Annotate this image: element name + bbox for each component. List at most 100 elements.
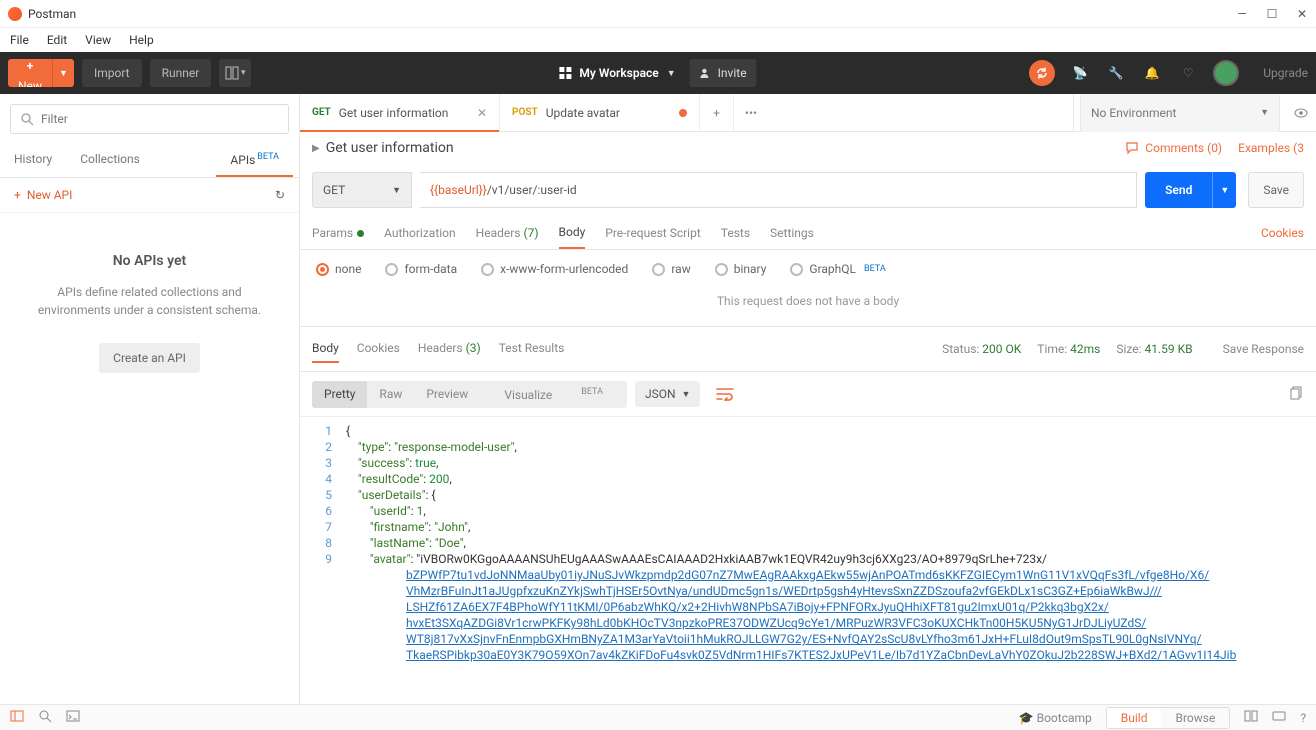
params-indicator-icon (357, 230, 364, 237)
resp-tab-body[interactable]: Body (312, 335, 339, 363)
new-tab-button[interactable]: + (700, 94, 734, 131)
environment-select[interactable]: No Environment ▼ (1080, 94, 1280, 132)
req-tab-body[interactable]: Body (559, 217, 586, 249)
console-icon[interactable] (66, 709, 80, 726)
build-browse-segment: Build Browse (1106, 707, 1231, 729)
req-tab-params[interactable]: Params (312, 218, 364, 248)
req-tab-prereq[interactable]: Pre-request Script (605, 218, 700, 248)
caret-down-icon: ▼ (1260, 107, 1269, 118)
find-icon[interactable] (38, 709, 52, 726)
req-tab-auth[interactable]: Authorization (384, 218, 456, 248)
tab-label: Update avatar (546, 106, 620, 120)
status-label: Status: 200 OK (942, 342, 1021, 356)
resp-tab-cookies[interactable]: Cookies (357, 335, 400, 363)
sync-button[interactable] (1029, 60, 1055, 86)
window-layout-button[interactable]: ▾ (219, 59, 251, 87)
refresh-icon[interactable]: ↻ (275, 188, 285, 202)
body-type-formdata[interactable]: form-data (385, 262, 457, 276)
caret-down-icon: ▼ (682, 389, 691, 400)
copy-response-icon[interactable] (1290, 386, 1304, 403)
upgrade-button[interactable]: Upgrade (1263, 66, 1308, 80)
heart-icon[interactable]: ♡ (1177, 62, 1199, 84)
wrap-lines-button[interactable] (710, 380, 740, 408)
close-icon[interactable]: ✕ (477, 106, 487, 120)
sidebar: History Collections APIsBETA +New API ↻ … (0, 94, 300, 704)
response-body-viewer[interactable]: 1{2 "type": "response-model-user",3 "suc… (300, 417, 1316, 663)
user-avatar[interactable] (1213, 60, 1239, 86)
menubar: File Edit View Help (0, 28, 1316, 52)
req-tab-headers[interactable]: Headers (7) (476, 218, 539, 248)
two-pane-icon[interactable] (1244, 709, 1258, 726)
method-badge: POST (512, 107, 538, 118)
send-dropdown-caret-icon[interactable]: ▼ (1212, 172, 1236, 208)
send-button[interactable]: Send ▼ (1145, 172, 1236, 208)
user-plus-icon (700, 67, 712, 79)
request-tabbar: GET Get user information ✕ POST Update a… (300, 94, 1316, 132)
view-raw[interactable]: Raw (367, 381, 414, 408)
build-button[interactable]: Build (1107, 708, 1162, 728)
empty-desc: APIs define related collections and envi… (24, 283, 275, 319)
keyboard-shortcuts-icon[interactable] (1272, 709, 1286, 726)
examples-button[interactable]: Examples (3 (1238, 141, 1304, 155)
new-dropdown-caret-icon[interactable]: ▼ (52, 59, 74, 87)
view-preview[interactable]: Preview (414, 381, 480, 408)
help-icon[interactable]: ? (1300, 711, 1306, 725)
app-title: Postman (28, 7, 76, 21)
view-mode-segment: Pretty Raw Preview Visualize BETA (312, 381, 627, 408)
search-icon (20, 112, 34, 129)
invite-button[interactable]: Invite (690, 59, 757, 87)
tab-label: Get user information (339, 106, 449, 120)
resp-tab-tests[interactable]: Test Results (499, 335, 565, 363)
save-response-button[interactable]: Save Response (1223, 342, 1304, 356)
environment-quicklook-icon[interactable] (1286, 105, 1316, 121)
plus-icon: + (14, 188, 21, 202)
body-type-none[interactable]: none (316, 262, 361, 276)
request-tab-2[interactable]: POST Update avatar (500, 94, 700, 131)
url-input[interactable]: {{baseUrl}}/v1/user/:user-id (420, 172, 1137, 208)
create-api-button[interactable]: Create an API (99, 343, 200, 373)
window-minimize-icon[interactable]: — (1236, 8, 1248, 20)
titlebar: Postman — ☐ ✕ (0, 0, 1316, 28)
view-visualize[interactable]: Visualize BETA (480, 381, 627, 408)
body-type-graphql[interactable]: GraphQLBETA (790, 262, 885, 276)
format-select[interactable]: JSON▼ (635, 381, 700, 407)
menu-view[interactable]: View (85, 33, 111, 47)
wrench-icon[interactable]: 🔧 (1105, 62, 1127, 84)
menu-file[interactable]: File (10, 33, 29, 47)
window-maximize-icon[interactable]: ☐ (1266, 8, 1278, 20)
collapse-arrow-icon[interactable]: ▶ (312, 143, 320, 154)
no-body-message: This request does not have a body (300, 288, 1316, 327)
bootcamp-button[interactable]: 🎓 Bootcamp (1019, 711, 1092, 725)
comment-icon (1125, 141, 1139, 155)
req-tab-settings[interactable]: Settings (770, 218, 814, 248)
tab-overflow-button[interactable]: ••• (734, 94, 768, 131)
cookies-link[interactable]: Cookies (1261, 226, 1304, 240)
sidebar-toggle-icon[interactable] (10, 709, 24, 726)
sidebar-tab-collections[interactable]: Collections (66, 144, 154, 177)
body-type-raw[interactable]: raw (652, 262, 690, 276)
new-api-button[interactable]: +New API (14, 188, 72, 202)
request-tab-1[interactable]: GET Get user information ✕ (300, 94, 500, 131)
workspace-switcher[interactable]: My Workspace ▼ (559, 66, 675, 80)
sidebar-tab-history[interactable]: History (0, 144, 66, 177)
body-type-binary[interactable]: binary (715, 262, 767, 276)
comments-button[interactable]: Comments (0) (1125, 141, 1222, 155)
import-button[interactable]: Import (82, 59, 142, 87)
view-pretty[interactable]: Pretty (312, 381, 367, 408)
satellite-icon[interactable]: 📡 (1069, 62, 1091, 84)
sidebar-tab-apis[interactable]: APIsBETA (216, 144, 293, 177)
method-select[interactable]: GET▼ (312, 172, 412, 208)
browse-button[interactable]: Browse (1161, 708, 1229, 728)
resp-tab-headers[interactable]: Headers (3) (418, 335, 481, 363)
req-tab-tests[interactable]: Tests (721, 218, 750, 248)
time-label: Time: 42ms (1037, 342, 1100, 356)
bell-icon[interactable]: 🔔 (1141, 62, 1163, 84)
window-close-icon[interactable]: ✕ (1296, 8, 1308, 20)
new-button[interactable]: +New ▼ (8, 59, 74, 87)
runner-button[interactable]: Runner (150, 59, 212, 87)
menu-edit[interactable]: Edit (47, 33, 67, 47)
menu-help[interactable]: Help (129, 33, 154, 47)
save-button[interactable]: Save (1248, 172, 1304, 208)
body-type-urlencoded[interactable]: x-www-form-urlencoded (481, 262, 628, 276)
filter-input[interactable] (10, 104, 289, 134)
